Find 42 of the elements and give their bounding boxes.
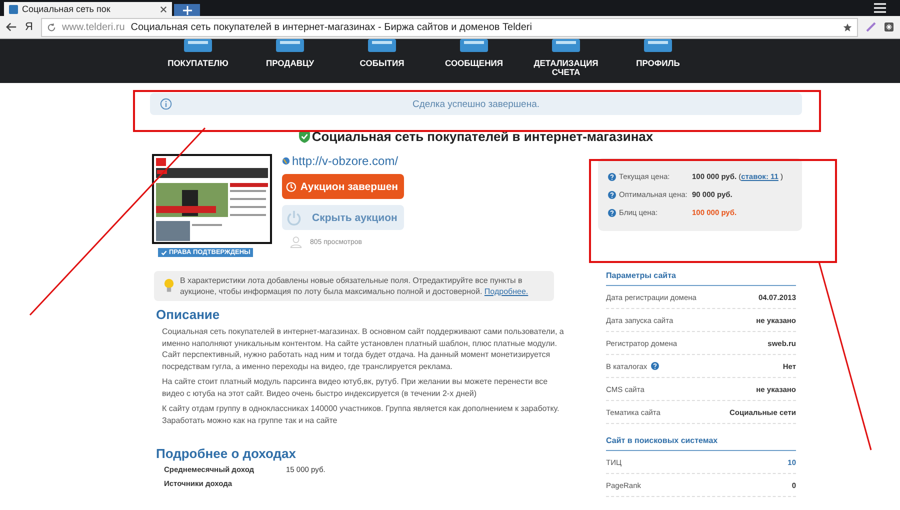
back-arrow-icon[interactable] bbox=[6, 22, 17, 32]
lot-title: Социальная сеть покупателей в интернет-магазинах bbox=[312, 129, 654, 144]
power-icon bbox=[286, 210, 302, 226]
params-heading: Параметры сайта bbox=[606, 271, 796, 286]
info-icon bbox=[160, 98, 172, 110]
browser-logo[interactable]: Я bbox=[25, 21, 33, 33]
description-paragraph: К сайту отдам группу в одноклассниках 140000 участников. Группа является как дополнением к заработку. Заработать можно как на группе так и на сайте bbox=[162, 403, 560, 426]
section-heading: Подробнее о доходах bbox=[156, 446, 298, 461]
help-icon[interactable] bbox=[608, 190, 616, 198]
reload-icon[interactable] bbox=[46, 22, 56, 32]
site-url-link[interactable]: http://v-obzore.com/ bbox=[292, 154, 398, 168]
shield-check-icon bbox=[298, 130, 310, 143]
description-paragraph: На сайте стоит платный модуль парсинга видео ютуб,вк, рутуб. При желании вы можете перенести все видео с ютуба на этот сайт. Видео очень быстро индексируется (в течении 2-х дней) bbox=[162, 376, 549, 399]
nav-menu-item[interactable]: СОБЫТИЯ bbox=[336, 39, 428, 83]
nav-menu-item[interactable]: ПРОФИЛЬ bbox=[612, 39, 704, 83]
star-icon[interactable] bbox=[843, 22, 852, 32]
search-engines-heading: Сайт в поисковых системах bbox=[606, 436, 796, 451]
success-notice: Сделка успешно завершена. bbox=[150, 93, 802, 115]
globe-icon bbox=[282, 157, 290, 165]
extension-icon[interactable] bbox=[884, 22, 894, 32]
lightbulb-icon bbox=[164, 277, 174, 295]
nav-menu-item[interactable]: ПРОДАВЦУ bbox=[244, 39, 336, 83]
help-icon[interactable] bbox=[608, 208, 616, 216]
section-heading: Описание bbox=[156, 307, 221, 322]
site-favicon-icon bbox=[9, 4, 18, 14]
plus-icon bbox=[182, 6, 192, 14]
more-link[interactable]: Подробнее. bbox=[484, 287, 528, 296]
nav-menu-item[interactable]: ДЕТАЛИЗАЦИЯ СЧЕТА bbox=[520, 39, 612, 83]
menu-icon[interactable] bbox=[874, 3, 886, 13]
nav-menu-item[interactable]: СООБЩЕНИЯ bbox=[428, 39, 520, 83]
nav-menu-item[interactable]: ПОКУПАТЕЛЮ bbox=[152, 39, 244, 83]
checkmark-icon bbox=[161, 250, 167, 256]
hint-text: В характеристики лота добавлены новые обязательные поля. Отредактируйте все пункты в аукционе, чтобы информация по лоту была максимально полной и достоверной. Подробнее. bbox=[180, 275, 530, 297]
new-tab-button[interactable] bbox=[174, 4, 200, 16]
help-icon[interactable] bbox=[651, 362, 660, 370]
address-bar[interactable]: www.telderi.ru Социальная сеть покупателей в интернет-магазинах - Биржа сайтов и доменов Telderi bbox=[40, 18, 858, 36]
close-icon[interactable] bbox=[160, 6, 167, 12]
user-silhouette-icon bbox=[290, 236, 302, 248]
description-paragraph: Социальная сеть покупателей в интернет-магазинах. В основном сайт поддерживают сами пользователи, а именно наполняют уникальным контентом. На сайте установлен платный шаблон, плюс платные модули. Сайт перспективный, нужно работать над ним и тогда будет отдача. На данный момент монетизируется посредствам гугла, а именно переходы на видео, где транслируется реклама. bbox=[162, 326, 565, 372]
help-icon[interactable] bbox=[608, 172, 616, 180]
browser-tab[interactable]: Социальная сеть пок bbox=[4, 2, 172, 16]
auction-finished-button[interactable]: Аукцион завершен bbox=[282, 174, 404, 199]
